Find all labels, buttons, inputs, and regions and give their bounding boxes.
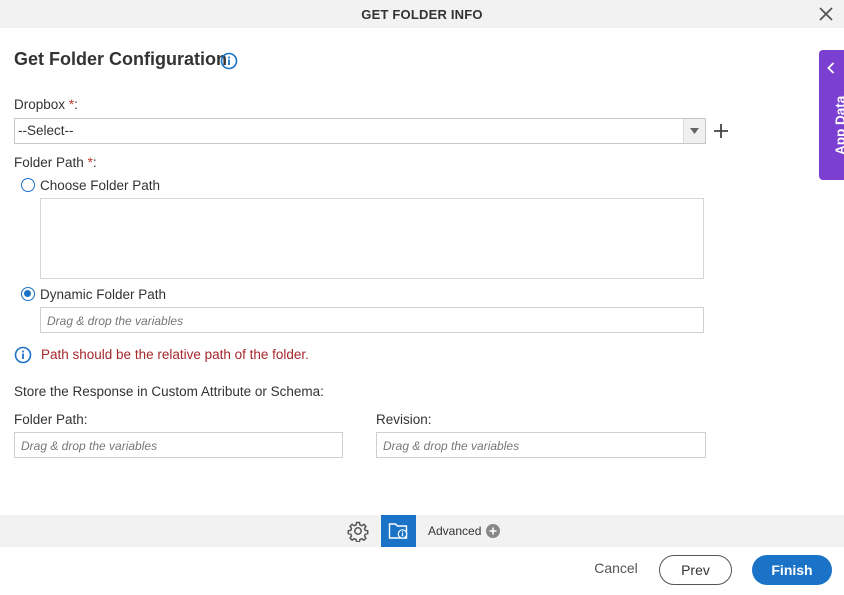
folder-path-textarea[interactable] bbox=[40, 198, 704, 279]
cancel-button[interactable]: Cancel bbox=[586, 560, 646, 580]
app-data-label: App Data bbox=[833, 95, 844, 155]
finish-button[interactable]: Finish bbox=[752, 555, 832, 585]
close-icon[interactable] bbox=[818, 6, 834, 22]
store-revision-input[interactable]: Drag & drop the variables bbox=[376, 432, 706, 458]
plus-circle-icon[interactable] bbox=[486, 524, 500, 538]
advanced-button[interactable]: Advanced bbox=[428, 524, 481, 538]
placeholder-text: Drag & drop the variables bbox=[47, 314, 184, 328]
dropbox-select[interactable]: --Select-- bbox=[14, 118, 706, 144]
dialog-title-bar: GET FOLDER INFO bbox=[0, 0, 844, 28]
folder-info-button[interactable] bbox=[381, 515, 416, 547]
path-note: Path should be the relative path of the … bbox=[41, 347, 309, 362]
radio-label: Choose Folder Path bbox=[40, 177, 161, 193]
info-icon bbox=[14, 346, 32, 364]
placeholder-text: Drag & drop the variables bbox=[21, 439, 158, 453]
dropbox-label: Dropbox *: bbox=[14, 97, 78, 112]
gear-icon[interactable] bbox=[347, 520, 369, 542]
store-revision-label: Revision: bbox=[376, 412, 432, 427]
app-data-tab[interactable]: App Data bbox=[819, 50, 844, 180]
radio-button[interactable] bbox=[21, 178, 35, 192]
chevron-left-icon bbox=[827, 62, 835, 74]
store-folder-path-input[interactable]: Drag & drop the variables bbox=[14, 432, 343, 458]
radio-choose-folder-path[interactable]: Choose Folder Path bbox=[21, 177, 160, 193]
radio-label: Dynamic Folder Path bbox=[40, 286, 167, 302]
folder-info-icon bbox=[388, 523, 408, 539]
store-folder-path-label: Folder Path: bbox=[14, 412, 88, 427]
store-response-label: Store the Response in Custom Attribute o… bbox=[14, 384, 324, 399]
dropdown-button[interactable] bbox=[683, 119, 705, 143]
info-icon[interactable] bbox=[220, 52, 238, 70]
prev-button[interactable]: Prev bbox=[659, 555, 732, 585]
dropbox-selected-value: --Select-- bbox=[18, 123, 74, 138]
triangle-down-icon bbox=[690, 128, 699, 134]
radio-dynamic-folder-path[interactable]: Dynamic Folder Path bbox=[21, 286, 166, 302]
plus-icon[interactable] bbox=[712, 122, 730, 140]
dialog-title: GET FOLDER INFO bbox=[361, 7, 483, 22]
dynamic-folder-path-input[interactable]: Drag & drop the variables bbox=[40, 307, 704, 333]
folder-path-label: Folder Path *: bbox=[14, 155, 97, 170]
radio-button[interactable] bbox=[21, 287, 35, 301]
placeholder-text: Drag & drop the variables bbox=[383, 439, 520, 453]
bottom-toolbar bbox=[0, 515, 844, 547]
page-title: Get Folder Configuration bbox=[14, 49, 227, 69]
